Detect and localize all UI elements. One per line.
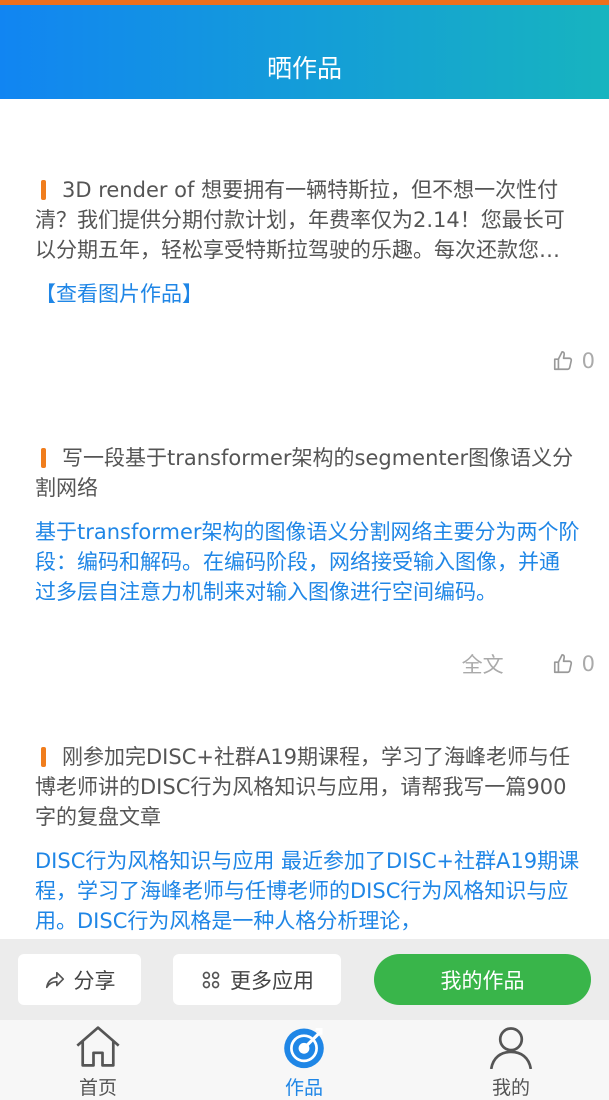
home-icon	[76, 1026, 120, 1067]
thumbs-up-icon	[553, 351, 572, 371]
share-button[interactable]: 分享	[18, 954, 141, 1005]
fulltext-button[interactable]: 全文	[462, 649, 504, 679]
bottom-tab-bar: 首页 作品 我的	[0, 1020, 609, 1100]
card-question: 3D render of 想要拥有一辆特斯拉，但不想一次性付清？我们提供分期付款…	[35, 178, 565, 262]
like-button[interactable]: 0	[552, 652, 595, 676]
my-works-button[interactable]: 我的作品	[374, 954, 591, 1005]
user-icon	[489, 1027, 533, 1069]
more-apps-label: 更多应用	[230, 968, 314, 993]
tab-home[interactable]: 首页	[28, 1020, 168, 1100]
card-answer: DISC行为风格知识与应用 最近参加了DISC+社群A19期课程，学习了海峰老师…	[35, 849, 580, 933]
works-feed[interactable]: 3D render of 想要拥有一辆特斯拉，但不想一次性付清？我们提供分期付款…	[0, 99, 609, 939]
tab-works-label: 作品	[284, 1077, 323, 1099]
like-count: 0	[581, 349, 595, 373]
card-meta: 0	[552, 349, 595, 373]
card-question: 刚参加完DISC+社群A19期课程，学习了海峰老师与任博老师讲的DISC行为风格…	[35, 745, 571, 829]
question-marker	[41, 180, 46, 200]
action-bar: 分享 更多应用 我的作品	[0, 939, 609, 1020]
tab-home-label: 首页	[78, 1077, 117, 1099]
card-question: 写一段基于transformer架构的segmenter图像语义分割网络	[35, 446, 574, 500]
thumbs-up-icon	[553, 654, 572, 674]
more-apps-button[interactable]: 更多应用	[173, 954, 341, 1005]
share-icon	[45, 971, 64, 988]
tab-mine[interactable]: 我的	[441, 1020, 581, 1100]
page-title: 晒作品	[266, 54, 342, 83]
work-card[interactable]: 刚参加完DISC+社群A19期课程，学习了海峰老师与任博老师讲的DISC行为风格…	[35, 742, 580, 936]
tab-mine-label: 我的	[491, 1077, 530, 1099]
share-label: 分享	[73, 968, 116, 993]
work-card[interactable]: 写一段基于transformer架构的segmenter图像语义分割网络 基于t…	[35, 443, 580, 607]
apps-grid-icon	[202, 971, 220, 988]
question-marker	[41, 747, 46, 767]
like-button[interactable]: 0	[552, 349, 595, 373]
page-header: 晒作品	[0, 5, 609, 99]
like-count: 0	[581, 652, 595, 676]
card-answer: 基于transformer架构的图像语义分割网络主要分为两个阶段：编码和解码。在…	[35, 520, 580, 604]
view-image-link[interactable]: 【查看图片作品】	[35, 279, 580, 309]
card-meta: 全文 0	[462, 649, 595, 679]
target-icon	[284, 1028, 324, 1069]
work-card[interactable]: 3D render of 想要拥有一辆特斯拉，但不想一次性付清？我们提供分期付款…	[35, 175, 580, 309]
tab-works[interactable]: 作品	[234, 1020, 374, 1100]
question-marker	[41, 448, 46, 468]
